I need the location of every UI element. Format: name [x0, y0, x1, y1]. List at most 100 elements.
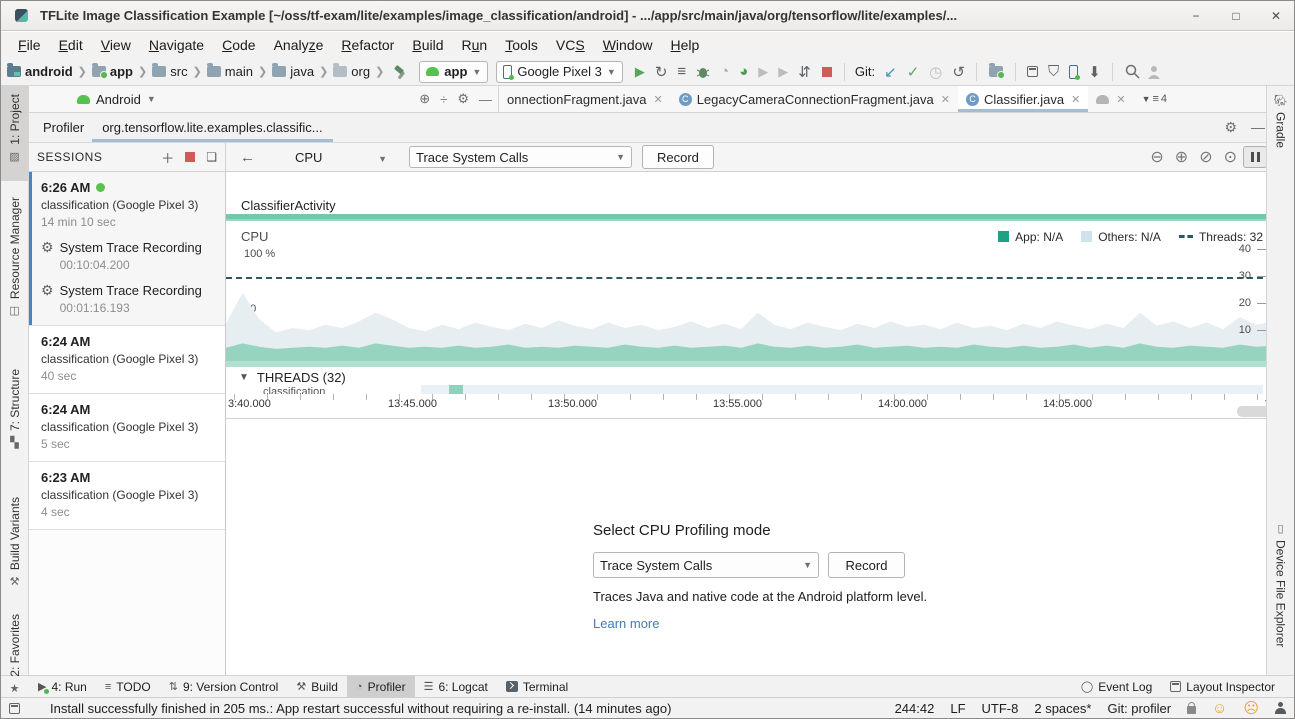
- toolwindow-version-control[interactable]: ⇅ 9: Version Control: [160, 676, 288, 697]
- back-arrow-icon[interactable]: ←: [240, 149, 255, 166]
- breadcrumb-src[interactable]: src: [170, 64, 187, 79]
- zoom-to-selection-icon[interactable]: ⊙: [1224, 147, 1237, 167]
- session-card[interactable]: 6:26 AM classification (Google Pixel 3) …: [29, 172, 225, 326]
- git-commit-icon[interactable]: ✓: [907, 63, 920, 81]
- toolwindow-profiler[interactable]: ◔ Profiler: [347, 676, 415, 697]
- debug-icon[interactable]: [696, 65, 710, 79]
- threads-section-header[interactable]: ▼ THREADS (32): [239, 370, 346, 385]
- toolwindow-terminal[interactable]: Terminal: [497, 676, 577, 697]
- event-log-button[interactable]: ◯ Event Log: [1072, 680, 1161, 694]
- indent-setting[interactable]: 2 spaces*: [1034, 701, 1091, 716]
- project-view-selector[interactable]: Android: [96, 92, 141, 107]
- reset-zoom-icon[interactable]: ⊘: [1199, 147, 1212, 167]
- profiling-mode-dropdown[interactable]: Trace System Calls ▼: [593, 552, 819, 578]
- status-message[interactable]: Install successfully finished in 205 ms.…: [50, 701, 671, 716]
- sidebar-item-project[interactable]: 1: Project ▨: [1, 86, 28, 181]
- breadcrumb-java[interactable]: java: [290, 64, 314, 79]
- menu-item-analyze[interactable]: Analyze: [265, 35, 333, 55]
- breadcrumb-org[interactable]: org: [351, 64, 370, 79]
- locate-file-icon[interactable]: ⊕: [419, 91, 430, 107]
- mode-record-button[interactable]: Record: [828, 552, 905, 578]
- collapse-all-icon[interactable]: ÷: [440, 92, 447, 107]
- sad-face-icon[interactable]: ☹: [1243, 699, 1259, 717]
- menu-item-file[interactable]: File: [9, 35, 50, 55]
- sidebar-item-build-variants[interactable]: Build Variants ⚒: [1, 489, 28, 594]
- add-session-icon[interactable]: ＋: [161, 148, 174, 167]
- breadcrumb-android[interactable]: android: [25, 64, 73, 79]
- device-manager-icon[interactable]: [1069, 65, 1078, 79]
- profiler-settings-gear-icon[interactable]: ⚙: [1224, 119, 1237, 136]
- restore-toolwindows-icon[interactable]: [9, 703, 20, 714]
- minimize-button[interactable]: −: [1186, 6, 1206, 26]
- toolwindow-todo[interactable]: ≡ TODO: [96, 676, 160, 697]
- run-button[interactable]: ▶: [635, 64, 645, 80]
- session-card[interactable]: 6:24 AM classification (Google Pixel 3) …: [29, 326, 225, 394]
- git-update-icon[interactable]: ↙: [884, 63, 897, 81]
- breadcrumb-main[interactable]: main: [225, 64, 253, 79]
- session-card[interactable]: 6:23 AM classification (Google Pixel 3) …: [29, 462, 225, 530]
- recording-item[interactable]: ⚙ System Trace Recording 00:01:16.193: [41, 283, 219, 315]
- tab-android-misc[interactable]: ✕: [1088, 86, 1133, 112]
- git-rollback-icon[interactable]: ↺: [952, 63, 965, 81]
- sidebar-item-device-file-explorer[interactable]: ▯ Device File Explorer: [1267, 514, 1294, 674]
- search-everywhere-icon[interactable]: [1125, 64, 1140, 79]
- collapse-triangle-icon[interactable]: ▼: [239, 372, 249, 383]
- cpu-usage-chart[interactable]: [226, 251, 1273, 361]
- caret-position[interactable]: 244:42: [895, 701, 935, 716]
- profiler-session-tab[interactable]: org.tensorflow.lite.examples.classific..…: [92, 113, 332, 142]
- timeline-axis[interactable]: 3:40.000 13:45.000 13:50.000 13:55.000 1…: [226, 394, 1273, 419]
- menu-item-refactor[interactable]: Refactor: [332, 35, 403, 55]
- git-branch[interactable]: Git: profiler: [1107, 701, 1171, 716]
- build-hammer-icon[interactable]: [393, 64, 409, 80]
- live-pause-button[interactable]: [1243, 146, 1267, 168]
- run-config-selector[interactable]: app ▼: [419, 61, 488, 83]
- menu-item-help[interactable]: Help: [662, 35, 709, 55]
- zoom-out-icon[interactable]: ⊖: [1150, 147, 1163, 167]
- panel-settings-gear-icon[interactable]: ⚙: [457, 91, 469, 107]
- profiler-gauge-icon[interactable]: ◕: [739, 63, 748, 80]
- profile-icon[interactable]: ◔: [720, 63, 729, 80]
- learn-more-link[interactable]: Learn more: [593, 616, 659, 631]
- toolwindow-build[interactable]: ⚒ Build: [287, 676, 347, 697]
- menu-item-edit[interactable]: Edit: [50, 35, 92, 55]
- gradle-daemon-icon[interactable]: [1275, 708, 1286, 714]
- menu-item-code[interactable]: Code: [213, 35, 264, 55]
- toolwindow-logcat[interactable]: ☰ 6: Logcat: [415, 676, 497, 697]
- maximize-button[interactable]: □: [1226, 6, 1246, 26]
- stage-selector[interactable]: CPU ▼: [295, 150, 387, 165]
- record-button[interactable]: Record: [642, 145, 714, 169]
- updates-icon[interactable]: ⬇: [1088, 63, 1101, 81]
- hide-panel-icon[interactable]: —: [479, 92, 492, 107]
- sync-gradle-icon[interactable]: ⇵: [798, 63, 811, 81]
- toolwindow-run[interactable]: ▶ 4: Run: [29, 676, 96, 697]
- sidebar-item-favorites[interactable]: 2: Favorites ★: [1, 606, 28, 701]
- trace-mode-selector[interactable]: Trace System Calls ▼: [409, 146, 632, 168]
- close-tab-icon[interactable]: ✕: [941, 93, 950, 106]
- stop-session-icon[interactable]: [185, 152, 195, 162]
- avd-manager-icon[interactable]: [1027, 66, 1038, 77]
- layout-inspector-button[interactable]: Layout Inspector: [1161, 680, 1284, 694]
- sidebar-item-resource-manager[interactable]: Resource Manager ◫: [1, 189, 28, 339]
- breadcrumb-app[interactable]: app: [110, 64, 133, 79]
- lock-icon[interactable]: [1187, 706, 1196, 714]
- profiler-hide-icon[interactable]: —: [1251, 119, 1265, 136]
- profiler-tool-label[interactable]: Profiler: [35, 120, 92, 135]
- collapse-sessions-icon[interactable]: ❏: [206, 150, 217, 164]
- sidebar-item-gradle[interactable]: 🐘︎ Gradle: [1267, 86, 1294, 164]
- close-button[interactable]: ✕: [1266, 6, 1286, 26]
- close-tab-icon[interactable]: ✕: [1071, 93, 1080, 106]
- sdk-manager-icon[interactable]: ⛉: [1048, 63, 1059, 80]
- close-tab-icon[interactable]: ✕: [653, 93, 662, 106]
- device-selector[interactable]: Google Pixel 3 ▼: [496, 61, 622, 83]
- sidebar-item-structure[interactable]: 7: Structure ▚: [1, 361, 28, 479]
- tab-legacy-camera-connection-fragment[interactable]: C LegacyCameraConnectionFragment.java✕: [671, 86, 958, 112]
- recording-item[interactable]: ⚙ System Trace Recording 00:10:04.200: [41, 240, 219, 272]
- menu-item-window[interactable]: Window: [594, 35, 662, 55]
- session-card[interactable]: 6:24 AM classification (Google Pixel 3) …: [29, 394, 225, 462]
- menu-item-run[interactable]: Run: [453, 35, 497, 55]
- happy-face-icon[interactable]: ☺: [1212, 700, 1227, 717]
- stop-button[interactable]: [822, 67, 832, 77]
- menu-item-vcs[interactable]: VCS: [547, 35, 594, 55]
- menu-item-navigate[interactable]: Navigate: [140, 35, 213, 55]
- profile-avatar-icon[interactable]: [1146, 64, 1162, 80]
